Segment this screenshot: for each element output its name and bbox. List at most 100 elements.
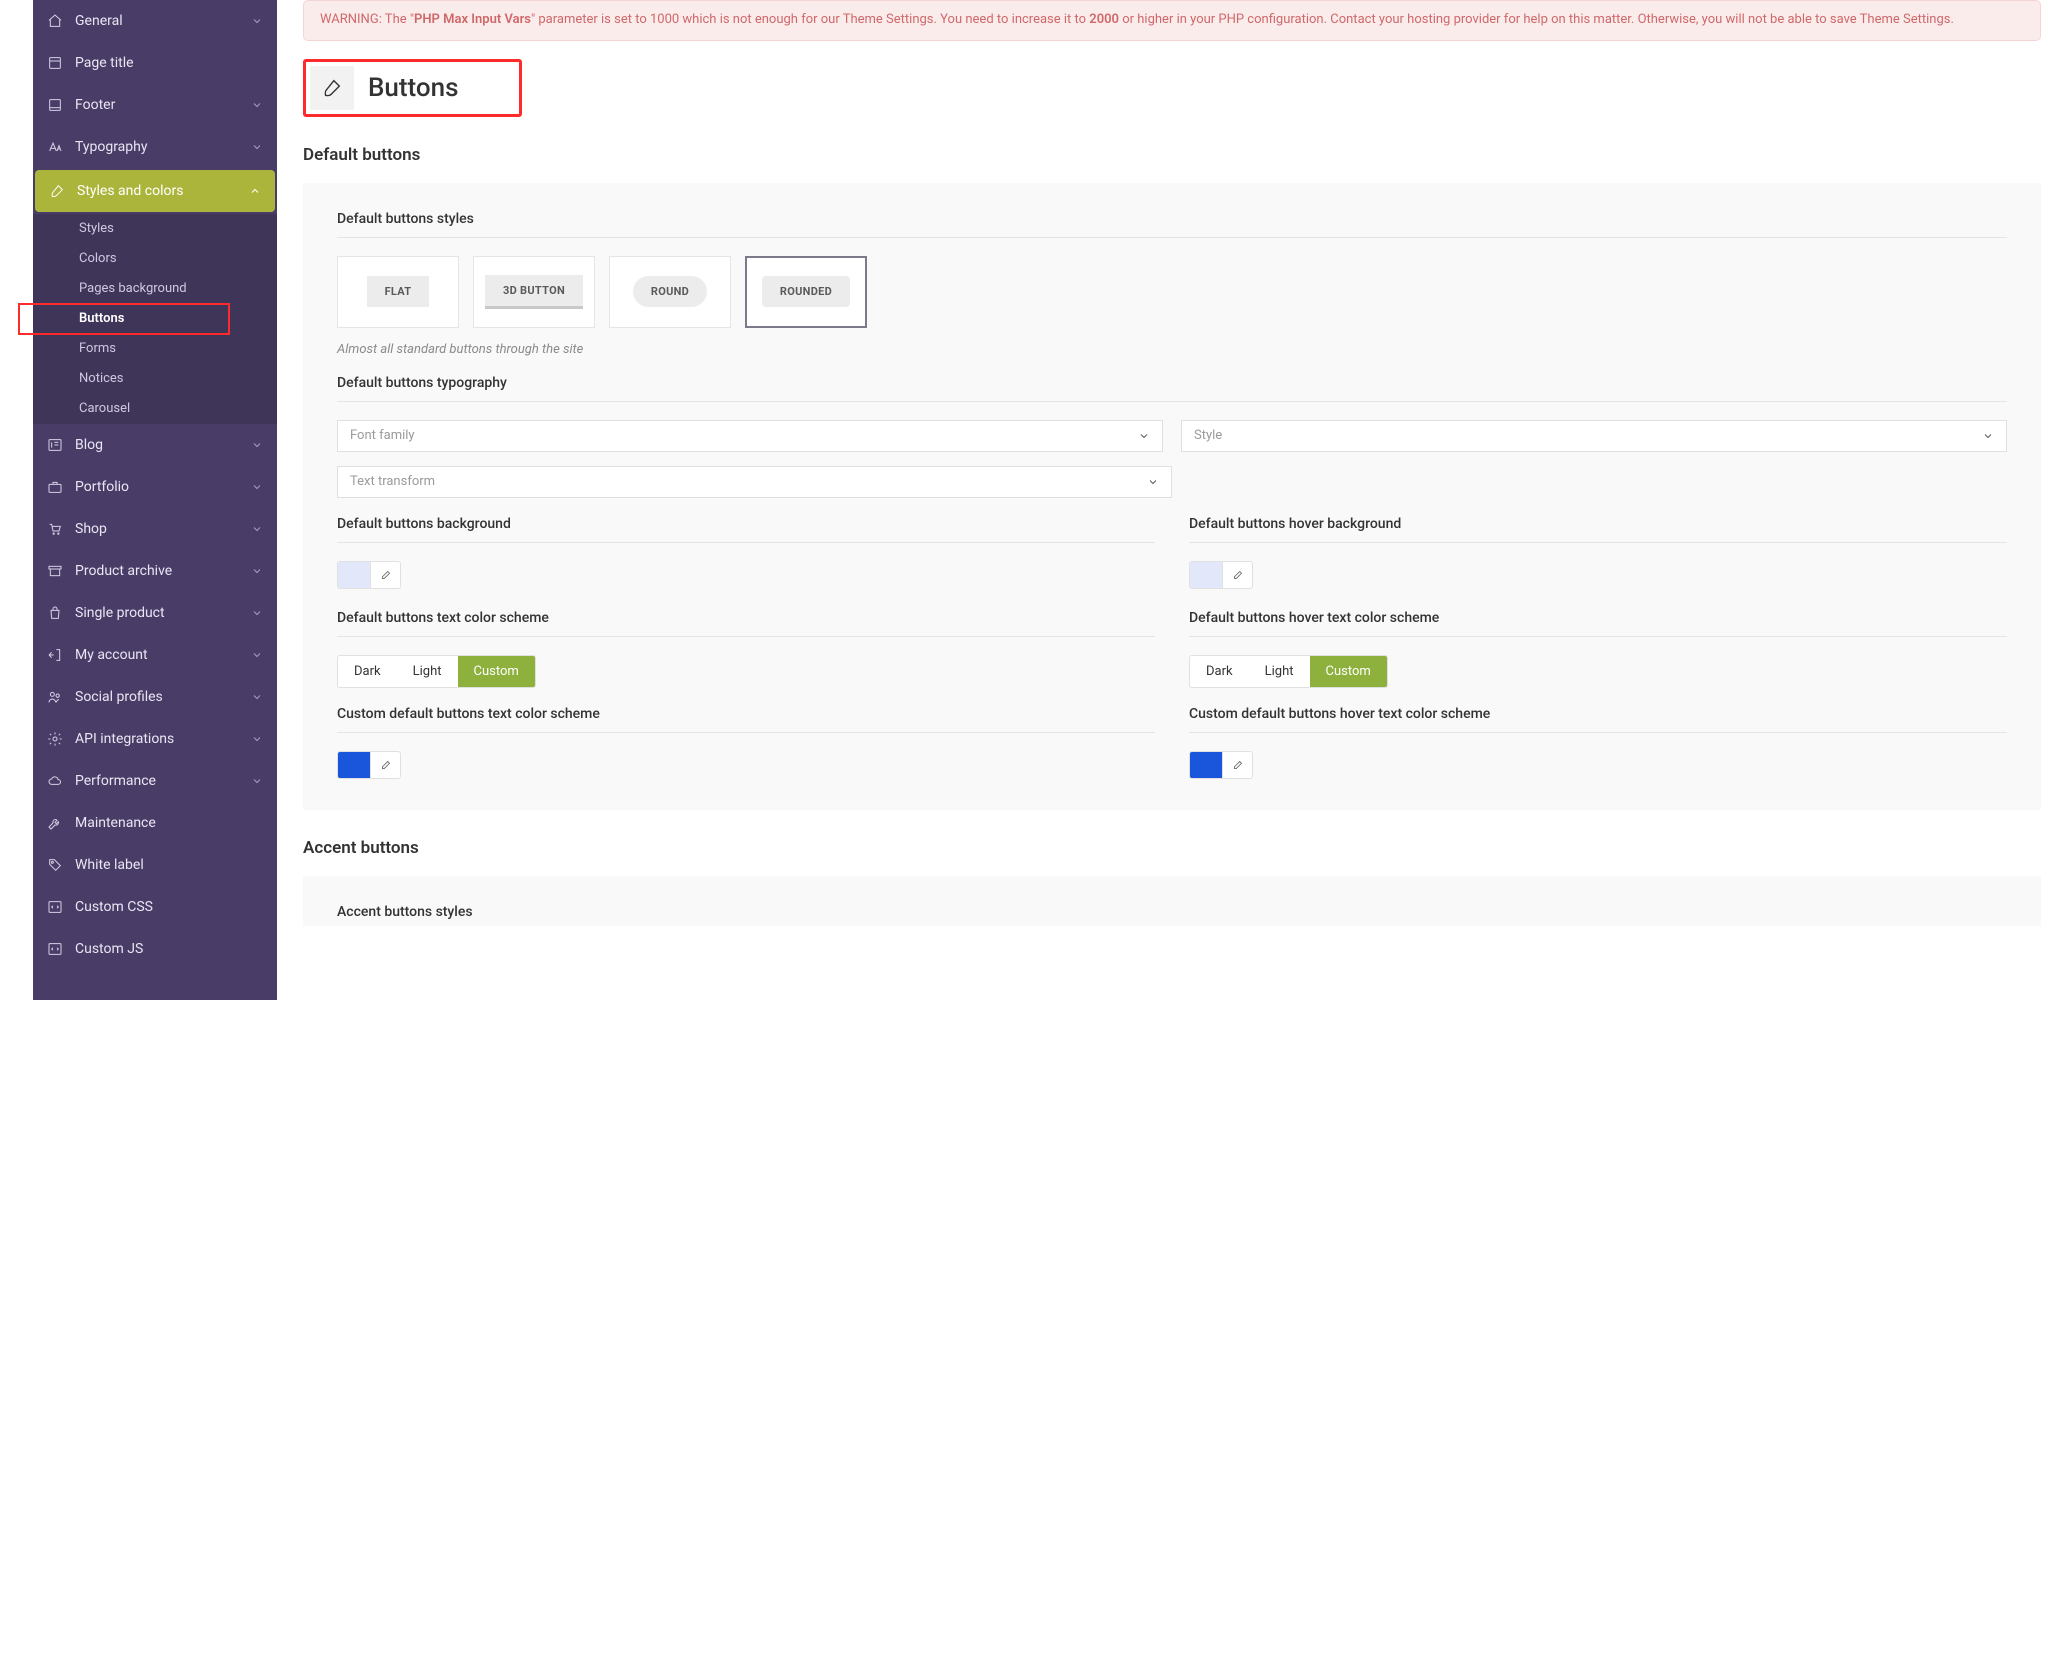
sidebar-item-performance[interactable]: Performance bbox=[33, 760, 277, 802]
cloud-icon bbox=[47, 773, 63, 789]
sidebar-sub-notices[interactable]: Notices bbox=[33, 364, 277, 394]
users-icon bbox=[47, 689, 63, 705]
scheme-light[interactable]: Light bbox=[397, 656, 458, 687]
sidebar-label: General bbox=[75, 13, 239, 29]
sidebar-sub-colors[interactable]: Colors bbox=[33, 244, 277, 274]
sidebar-item-typography[interactable]: Typography bbox=[33, 126, 277, 168]
default-bg-color[interactable] bbox=[337, 561, 401, 589]
select-placeholder: Font family bbox=[350, 428, 415, 443]
warning-text: " parameter is set to 1000 which is not … bbox=[531, 12, 1089, 27]
chevron-down-icon bbox=[1138, 430, 1150, 442]
style-option-round[interactable]: ROUND bbox=[609, 256, 731, 328]
page-icon bbox=[47, 55, 63, 71]
section-heading-default-buttons: Default buttons bbox=[303, 145, 2059, 165]
sidebar-item-maintenance[interactable]: Maintenance bbox=[33, 802, 277, 844]
sidebar-item-white-label[interactable]: White label bbox=[33, 844, 277, 886]
blog-icon bbox=[47, 437, 63, 453]
field-label-custom-scheme: Custom default buttons text color scheme bbox=[337, 706, 1155, 733]
warning-text: or higher in your PHP configuration. Con… bbox=[1119, 12, 1954, 27]
sidebar-item-product-archive[interactable]: Product archive bbox=[33, 550, 277, 592]
warning-banner: WARNING: The "PHP Max Input Vars" parame… bbox=[303, 0, 2041, 41]
scheme-light[interactable]: Light bbox=[1249, 656, 1310, 687]
sidebar-sub-forms[interactable]: Forms bbox=[33, 334, 277, 364]
brush-icon bbox=[310, 66, 354, 110]
style-option-flat[interactable]: FLAT bbox=[337, 256, 459, 328]
warning-bold: 2000 bbox=[1089, 12, 1119, 27]
sidebar-label: Product archive bbox=[75, 563, 239, 579]
chevron-down-icon bbox=[251, 523, 263, 535]
main-content: WARNING: The "PHP Max Input Vars" parame… bbox=[277, 0, 2059, 1000]
eyedropper-icon[interactable] bbox=[1222, 752, 1252, 778]
sidebar-sub-buttons[interactable]: Buttons bbox=[19, 304, 229, 334]
style-option-rounded[interactable]: ROUNDED bbox=[745, 256, 867, 328]
sidebar-item-my-account[interactable]: My account bbox=[33, 634, 277, 676]
sidebar-item-styles-colors[interactable]: Styles and colors bbox=[35, 170, 275, 212]
eyedropper-icon[interactable] bbox=[370, 562, 400, 588]
sidebar-label: My account bbox=[75, 647, 239, 663]
warning-text: WARNING: The " bbox=[320, 12, 414, 27]
field-label-default-scheme: Default buttons text color scheme bbox=[337, 610, 1155, 637]
custom-scheme-color[interactable] bbox=[337, 751, 401, 779]
sidebar-item-custom-css[interactable]: Custom CSS bbox=[33, 886, 277, 928]
cart-icon bbox=[47, 521, 63, 537]
default-hover-bg-color[interactable] bbox=[1189, 561, 1253, 589]
chevron-down-icon bbox=[251, 99, 263, 111]
sidebar-label: Typography bbox=[75, 139, 239, 155]
sidebar-item-social-profiles[interactable]: Social profiles bbox=[33, 676, 277, 718]
demo-button: ROUND bbox=[633, 276, 707, 307]
text-transform-select[interactable]: Text transform bbox=[337, 466, 1172, 498]
scheme-dark[interactable]: Dark bbox=[1190, 656, 1249, 687]
wrench-icon bbox=[47, 815, 63, 831]
chevron-down-icon bbox=[251, 15, 263, 27]
custom-hover-scheme-color[interactable] bbox=[1189, 751, 1253, 779]
sidebar-submenu-styles-colors: Styles Colors Pages background Buttons F… bbox=[33, 214, 277, 424]
font-style-select[interactable]: Style bbox=[1181, 420, 2007, 452]
field-label-custom-hover-scheme: Custom default buttons hover text color … bbox=[1189, 706, 2007, 733]
sidebar-sub-styles[interactable]: Styles bbox=[33, 214, 277, 244]
chevron-down-icon bbox=[251, 439, 263, 451]
chevron-down-icon bbox=[251, 691, 263, 703]
style-option-3d[interactable]: 3D BUTTON bbox=[473, 256, 595, 328]
chevron-down-icon bbox=[1147, 476, 1159, 488]
chevron-down-icon bbox=[251, 141, 263, 153]
sidebar-label: Custom JS bbox=[75, 941, 263, 957]
color-swatch bbox=[1190, 752, 1222, 778]
sidebar-item-api-integrations[interactable]: API integrations bbox=[33, 718, 277, 760]
sidebar-item-general[interactable]: General bbox=[33, 0, 277, 42]
sidebar-item-page-title[interactable]: Page title bbox=[33, 42, 277, 84]
font-family-select[interactable]: Font family bbox=[337, 420, 1163, 452]
default-buttons-panel: Default buttons styles FLAT 3D BUTTON RO… bbox=[303, 183, 2041, 810]
sidebar: General Page title Footer Typography Sty… bbox=[33, 0, 277, 1000]
eyedropper-icon[interactable] bbox=[1222, 562, 1252, 588]
sidebar-item-footer[interactable]: Footer bbox=[33, 84, 277, 126]
brush-icon bbox=[49, 183, 65, 199]
sidebar-item-blog[interactable]: Blog bbox=[33, 424, 277, 466]
sidebar-item-portfolio[interactable]: Portfolio bbox=[33, 466, 277, 508]
sidebar-item-shop[interactable]: Shop bbox=[33, 508, 277, 550]
demo-button: ROUNDED bbox=[762, 276, 850, 307]
sidebar-item-custom-js[interactable]: Custom JS bbox=[33, 928, 277, 970]
chevron-down-icon bbox=[1982, 430, 1994, 442]
gear-icon bbox=[47, 731, 63, 747]
sidebar-label: Shop bbox=[75, 521, 239, 537]
sidebar-label: White label bbox=[75, 857, 263, 873]
sidebar-label: Single product bbox=[75, 605, 239, 621]
sidebar-label: Maintenance bbox=[75, 815, 263, 831]
scheme-custom[interactable]: Custom bbox=[1310, 656, 1387, 687]
field-label-default-hover-scheme: Default buttons hover text color scheme bbox=[1189, 610, 2007, 637]
sidebar-item-single-product[interactable]: Single product bbox=[33, 592, 277, 634]
scheme-toggle: Dark Light Custom bbox=[337, 655, 536, 688]
select-placeholder: Text transform bbox=[350, 474, 435, 489]
scheme-custom[interactable]: Custom bbox=[458, 656, 535, 687]
field-label-default-bg: Default buttons background bbox=[337, 516, 1155, 543]
sidebar-sub-pages-background[interactable]: Pages background bbox=[33, 274, 277, 304]
sidebar-label: Styles and colors bbox=[77, 183, 237, 199]
scheme-dark[interactable]: Dark bbox=[338, 656, 397, 687]
eyedropper-icon[interactable] bbox=[370, 752, 400, 778]
sidebar-label: Performance bbox=[75, 773, 239, 789]
chevron-down-icon bbox=[251, 565, 263, 577]
sidebar-sub-carousel[interactable]: Carousel bbox=[33, 394, 277, 424]
footer-icon bbox=[47, 97, 63, 113]
button-style-chooser: FLAT 3D BUTTON ROUND ROUNDED bbox=[337, 256, 2007, 328]
accent-buttons-panel: Accent buttons styles bbox=[303, 876, 2041, 926]
